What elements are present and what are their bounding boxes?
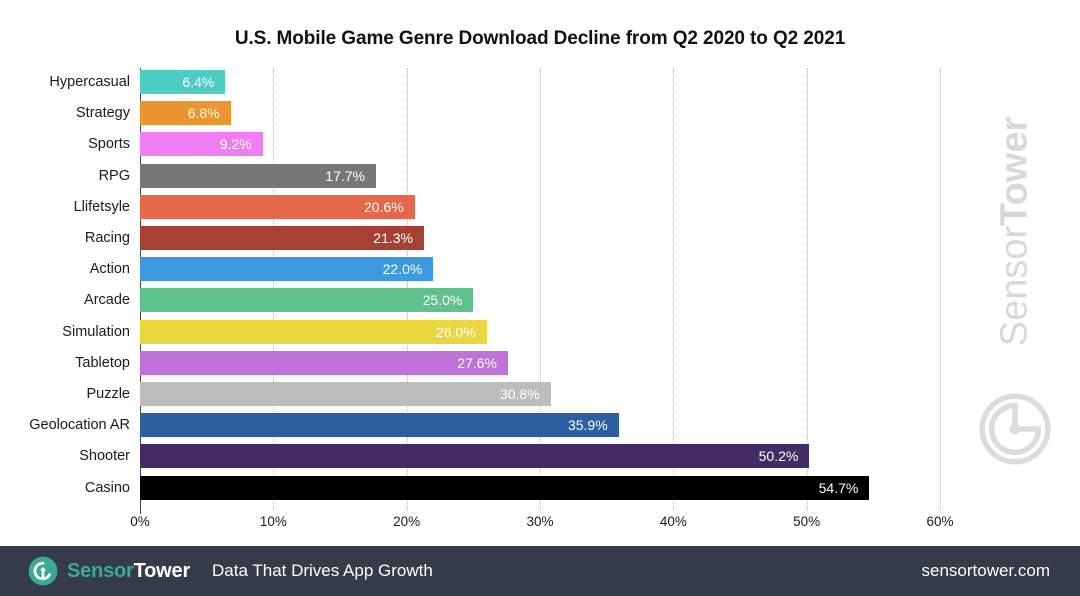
watermark-brand-bold: Tower — [993, 116, 1036, 226]
bar[interactable]: 50.2% — [140, 444, 810, 469]
chart-page: U.S. Mobile Game Genre Download Decline … — [0, 0, 1080, 596]
y-axis-category-label: Casino — [84, 479, 130, 496]
y-axis-category-label: Racing — [84, 230, 130, 246]
bar-row: Hypercasual 6.4% — [49, 70, 940, 94]
bar-value-label: 6.4% — [182, 74, 215, 90]
y-axis-category-label: Puzzle — [86, 386, 130, 402]
bar-value-label: 35.9% — [567, 417, 608, 434]
bar[interactable]: 30.8% — [140, 382, 551, 406]
y-axis-category-label: Tabletop — [75, 354, 130, 371]
y-axis-category-label: Shooter — [79, 448, 130, 465]
x-tick-label: 50% — [793, 514, 821, 529]
x-tick-label: 10% — [259, 514, 287, 529]
gridline — [940, 68, 941, 510]
footer-brand-name: SensorTower — [67, 560, 190, 583]
x-tick-label: 60% — [926, 514, 954, 529]
y-axis-category-label: Arcade — [84, 292, 130, 309]
bar[interactable]: 21.3% — [140, 226, 424, 250]
bar-value-label: 50.2% — [758, 448, 799, 465]
bar-row: Racing 21.3% — [85, 226, 940, 250]
y-axis-category-label: Sports — [88, 136, 130, 153]
x-tick-label: 30% — [526, 514, 554, 529]
footer-brand-second: Tower — [133, 559, 191, 582]
watermark-brand-text: SensorTower — [994, 117, 1037, 347]
bar[interactable]: 6.4% — [140, 70, 226, 94]
y-axis-category-label: Llifetsyle — [73, 198, 130, 215]
bar-row: Llifetsyle 20.6% — [74, 194, 940, 219]
bar-value-label: 54.7% — [818, 479, 859, 496]
y-axis-category-label: Geolocation AR — [29, 417, 130, 434]
bar[interactable]: 35.9% — [140, 413, 619, 438]
x-tick-label: 40% — [659, 514, 687, 529]
watermark-brand-light: Sensor — [993, 225, 1036, 347]
bar-row: Puzzle 30.8% — [86, 382, 940, 406]
bar-row: Geolocation AR 35.9% — [29, 413, 940, 438]
bar-value-label: 20.6% — [363, 198, 404, 215]
sensortower-circle-logo-icon — [979, 393, 1051, 465]
footer-bar: SensorTower Data That Drives App Growth … — [0, 546, 1080, 596]
y-axis-category-label: RPG — [98, 167, 130, 184]
watermark: SensorTower — [960, 60, 1070, 465]
bar-row: Action 22.0% — [90, 257, 940, 282]
bar[interactable]: 9.2% — [140, 132, 263, 157]
bar-value-label: 6.8% — [187, 105, 220, 122]
bar-value-label: 26.0% — [435, 323, 476, 340]
bar-value-label: 21.3% — [373, 230, 413, 246]
y-axis-category-label: Action — [89, 261, 130, 278]
y-axis-category-label: Simulation — [62, 323, 130, 340]
bar-row: Arcade 25.0% — [84, 288, 940, 313]
x-tick-label: 0% — [130, 514, 150, 529]
bar-value-label: 9.2% — [219, 136, 252, 153]
bar[interactable]: 6.8% — [140, 101, 231, 126]
y-axis-category-label: Hypercasual — [49, 74, 130, 90]
bar-row: Shooter 50.2% — [79, 444, 940, 469]
y-axis-category-label: Strategy — [76, 105, 130, 122]
footer-url[interactable]: sensortower.com — [922, 561, 1051, 581]
bar[interactable]: 26.0% — [140, 319, 487, 344]
bar[interactable]: 27.6% — [140, 350, 508, 375]
bar-value-label: 27.6% — [457, 354, 497, 371]
bar-row: Sports 9.2% — [88, 132, 940, 157]
bar-value-label: 25.0% — [422, 292, 463, 309]
bar-row: Simulation 26.0% — [62, 319, 940, 344]
bar[interactable]: 54.7% — [140, 475, 870, 500]
footer-brand-first: Sensor — [67, 559, 134, 582]
bar[interactable]: 22.0% — [140, 257, 434, 282]
footer-tagline: Data That Drives App Growth — [212, 561, 433, 580]
x-axis: 0% 10% 20% 30% 40% 50% 60% — [130, 510, 953, 536]
bar[interactable]: 17.7% — [140, 163, 376, 188]
bar-row: Strategy 6.8% — [76, 101, 940, 126]
bar-value-label: 30.8% — [499, 386, 540, 402]
bar-value-label: 17.7% — [325, 167, 365, 184]
bar[interactable]: 20.6% — [140, 194, 415, 219]
bar-row: Casino 54.7% — [85, 475, 940, 500]
bar-value-label: 22.0% — [382, 261, 423, 278]
bar-row: Tabletop 27.6% — [75, 350, 940, 375]
sensortower-logo-icon — [28, 556, 58, 586]
page-title: U.S. Mobile Game Genre Download Decline … — [234, 28, 846, 49]
x-tick-label: 20% — [393, 514, 421, 529]
bar-row: RPG 17.7% — [99, 163, 940, 188]
plot-area: Hypercasual 6.4% Strategy 6.8% Sports 9.2% RPG… — [29, 68, 941, 510]
footer-branding: SensorTower Data That Drives App Growth — [28, 556, 433, 586]
bar[interactable]: 25.0% — [140, 288, 474, 313]
